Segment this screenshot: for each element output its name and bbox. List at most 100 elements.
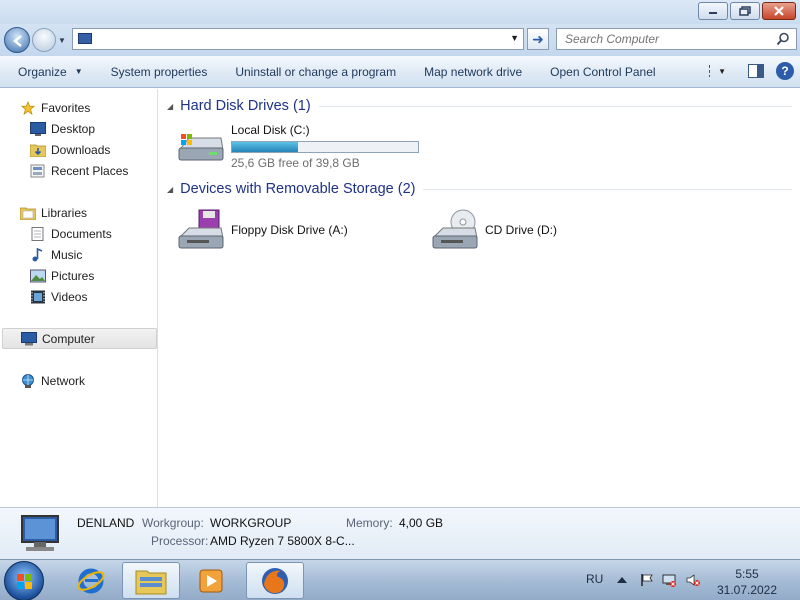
group-divider <box>423 188 792 190</box>
drive-cd[interactable]: CD Drive (D:) <box>431 208 557 252</box>
downloads-folder-icon <box>30 144 46 157</box>
back-arrow-icon <box>13 35 22 47</box>
nav-network[interactable]: Network <box>0 370 158 391</box>
cd-drive-label: CD Drive (D:) <box>485 223 557 237</box>
memory-label: Memory: <box>346 516 393 530</box>
taskbar-windows-explorer[interactable] <box>122 562 180 599</box>
nav-recent-places-label: Recent Places <box>51 163 129 178</box>
nav-computer-label: Computer <box>42 331 95 346</box>
help-button[interactable]: ? <box>776 62 794 80</box>
taskbar-firefox[interactable] <box>246 562 304 599</box>
cd-drive-icon <box>432 209 478 249</box>
drive-local-disk[interactable]: Local Disk (C:) 25,6 GB free of 39,8 GB <box>177 123 419 170</box>
windows-logo-icon <box>17 574 32 589</box>
network-icon <box>22 373 34 388</box>
language-indicator[interactable]: RU <box>586 572 603 586</box>
nav-videos[interactable]: Videos <box>0 286 158 307</box>
restore-button[interactable] <box>730 2 760 20</box>
nav-downloads[interactable]: Downloads <box>0 139 158 160</box>
recent-pages-dropdown[interactable]: ▼ <box>58 36 66 45</box>
nav-computer[interactable]: Computer <box>2 328 157 349</box>
group-divider <box>318 105 792 107</box>
local-disk-free-text: 25,6 GB free of 39,8 GB <box>231 156 360 170</box>
nav-music[interactable]: Music <box>0 244 158 265</box>
group-header-removable[interactable]: ◢ Devices with Removable Storage (2) <box>167 181 792 197</box>
search-input[interactable] <box>557 29 767 49</box>
taskbar-internet-explorer[interactable] <box>62 562 120 599</box>
nav-music-label: Music <box>51 247 83 262</box>
back-button[interactable] <box>4 27 30 53</box>
open-control-panel-label: Open Control Panel <box>550 64 656 79</box>
processor-value: AMD Ryzen 7 5800X 8-C... <box>210 534 355 548</box>
nav-pictures[interactable]: Pictures <box>0 265 158 286</box>
taskbar: RU 5:55 31.07.2022 <box>0 559 800 600</box>
go-arrow-icon: ➜ <box>532 31 544 47</box>
pictures-icon <box>30 269 46 282</box>
search-icon[interactable] <box>776 32 790 46</box>
local-disk-label: Local Disk (C:) <box>231 123 310 137</box>
floppy-drive-label: Floppy Disk Drive (A:) <box>231 223 348 237</box>
nav-documents[interactable]: Documents <box>0 223 158 244</box>
restore-icon <box>739 6 751 16</box>
window-controls <box>698 2 796 20</box>
command-bar: Organize ▼ System properties Uninstall or… <box>0 56 800 88</box>
views-icon <box>709 65 711 77</box>
uninstall-button[interactable]: Uninstall or change a program <box>217 65 406 79</box>
memory-value: 4,00 GB <box>399 516 444 530</box>
firefox-icon <box>262 567 288 594</box>
drive-floppy[interactable]: Floppy Disk Drive (A:) <box>177 208 348 252</box>
open-control-panel-button[interactable]: Open Control Panel <box>532 65 665 79</box>
views-dropdown-icon[interactable]: ▼ <box>718 67 726 76</box>
go-button[interactable]: ➜ <box>527 28 549 50</box>
close-button[interactable] <box>762 2 796 20</box>
nav-recent-places[interactable]: Recent Places <box>0 160 158 181</box>
preview-pane-icon[interactable] <box>748 64 764 78</box>
minimize-button[interactable] <box>698 2 728 20</box>
nav-desktop[interactable]: Desktop <box>0 118 158 139</box>
hard-disk-icon <box>178 133 224 160</box>
nav-pictures-label: Pictures <box>51 268 95 283</box>
workgroup-value: WORKGROUP <box>210 516 292 530</box>
processor-label: Processor: <box>151 534 209 548</box>
system-clock[interactable]: 5:55 31.07.2022 <box>712 566 782 598</box>
map-network-drive-label: Map network drive <box>424 64 523 79</box>
forward-button[interactable] <box>32 28 56 52</box>
network-status-icon[interactable] <box>662 573 676 587</box>
start-button[interactable] <box>4 561 44 600</box>
change-view-button[interactable]: ▼ <box>708 63 726 79</box>
address-dropdown-icon[interactable]: ▼ <box>510 33 519 43</box>
title-bar <box>0 0 800 24</box>
help-icon: ? <box>781 64 789 78</box>
documents-icon <box>31 226 44 241</box>
libraries-icon <box>20 207 36 220</box>
group-header-hard-disks[interactable]: ◢ Hard Disk Drives (1) <box>167 98 792 114</box>
clock-date: 31.07.2022 <box>716 583 778 597</box>
internet-explorer-icon <box>77 568 105 593</box>
volume-muted-icon[interactable] <box>686 573 700 587</box>
map-network-drive-button[interactable]: Map network drive <box>406 65 532 79</box>
search-box <box>556 28 797 50</box>
action-center-flag-icon[interactable] <box>640 573 654 587</box>
nav-favorites[interactable]: Favorites <box>0 97 158 118</box>
show-hidden-icons-icon[interactable] <box>615 573 629 587</box>
taskbar-media-player[interactable] <box>182 562 240 599</box>
chevron-down-icon: ▼ <box>74 67 83 76</box>
desktop-icon <box>30 121 46 136</box>
nav-videos-label: Videos <box>51 289 88 304</box>
computer-icon <box>21 331 37 345</box>
nav-network-label: Network <box>41 373 86 388</box>
nav-downloads-label: Downloads <box>51 142 111 157</box>
system-properties-button[interactable]: System properties <box>93 65 218 79</box>
content-pane: ◢ Hard Disk Drives (1) Local Disk (C:) 2… <box>159 89 800 507</box>
computer-large-icon <box>21 515 59 551</box>
minimize-icon <box>709 12 717 14</box>
address-bar[interactable]: ▼ <box>72 28 524 50</box>
nav-desktop-label: Desktop <box>51 121 96 136</box>
details-pane: DENLAND Workgroup: WORKGROUP Memory: 4,0… <box>0 507 800 559</box>
workgroup-label: Workgroup: <box>142 516 204 530</box>
organize-button[interactable]: Organize ▼ <box>0 65 93 79</box>
disk-usage-fill <box>232 142 299 152</box>
nav-libraries[interactable]: Libraries <box>0 202 158 223</box>
music-icon <box>32 247 43 261</box>
recent-places-icon <box>30 164 45 177</box>
